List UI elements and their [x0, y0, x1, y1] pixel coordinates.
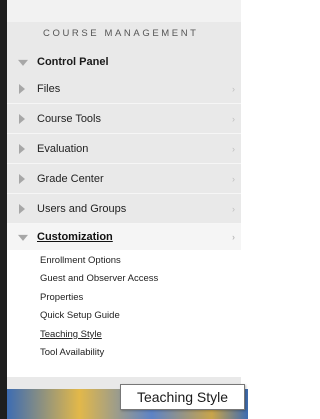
customization-label: Customization [37, 231, 113, 243]
menu-item-label: Evaluation [37, 142, 89, 155]
control-panel-label: Control Panel [37, 56, 109, 68]
menu-item-customization[interactable]: Customization › [7, 224, 241, 250]
left-frame-strip [0, 0, 7, 419]
chevron-right-icon: › [232, 203, 235, 214]
chevron-right-icon: › [232, 113, 235, 124]
chevron-right-icon: › [232, 173, 235, 184]
menu-item-files[interactable]: Files › [7, 74, 241, 104]
submenu-item-quick-setup-guide[interactable]: Quick Setup Guide [7, 307, 241, 326]
submenu-item-enrollment-options[interactable]: Enrollment Options [7, 251, 241, 270]
menu-item-users-and-groups[interactable]: Users and Groups › [7, 194, 241, 224]
course-management-panel: COURSE MANAGEMENT Control Panel Files › … [7, 0, 241, 391]
triangle-right-icon [19, 83, 25, 94]
customization-submenu: Enrollment Options Guest and Observer Ac… [7, 250, 241, 377]
submenu-item-tool-availability[interactable]: Tool Availability [7, 344, 241, 363]
menu-item-grade-center[interactable]: Grade Center › [7, 164, 241, 194]
menu-item-label: Files [37, 82, 61, 95]
chevron-right-icon: › [232, 232, 235, 242]
triangle-right-icon [19, 143, 25, 154]
triangle-down-icon [18, 59, 28, 66]
submenu-item-guest-observer-access[interactable]: Guest and Observer Access [7, 270, 241, 289]
triangle-right-icon [19, 173, 25, 184]
panel-top-spacer [7, 0, 241, 22]
menu-item-label: Grade Center [37, 172, 104, 185]
tooltip: Teaching Style [120, 384, 245, 410]
menu-item-course-tools[interactable]: Course Tools › [7, 104, 241, 134]
chevron-right-icon: › [232, 143, 235, 154]
control-panel-header[interactable]: Control Panel [7, 50, 241, 74]
submenu-item-teaching-style[interactable]: Teaching Style [7, 325, 241, 344]
menu-item-label: Users and Groups [37, 202, 127, 215]
triangle-right-icon [19, 113, 25, 124]
triangle-right-icon [19, 203, 25, 214]
submenu-item-properties[interactable]: Properties [7, 288, 241, 307]
triangle-down-icon [18, 234, 28, 241]
menu-item-label: Course Tools [37, 112, 101, 125]
chevron-right-icon: › [232, 83, 235, 94]
menu-item-evaluation[interactable]: Evaluation › [7, 134, 241, 164]
section-header: COURSE MANAGEMENT [43, 28, 199, 39]
